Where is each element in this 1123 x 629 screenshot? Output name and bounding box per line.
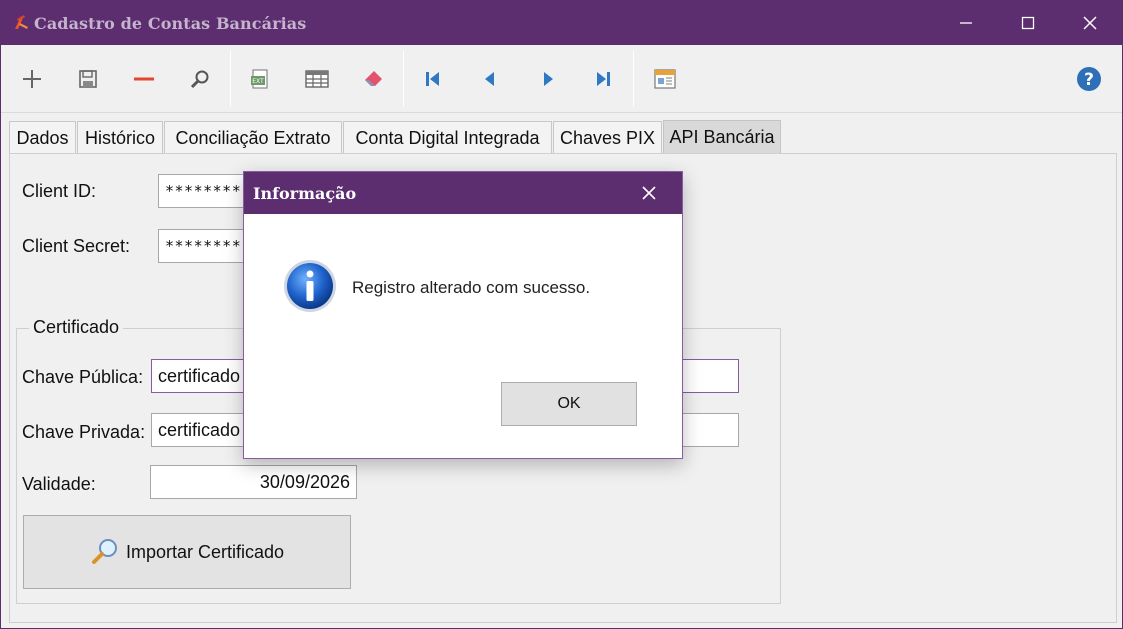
close-window-button[interactable] <box>1059 1 1121 45</box>
dialog-message: Registro alterado com sucesso. <box>352 278 591 297</box>
dialog-title-bar[interactable]: Informação <box>244 172 682 214</box>
save-icon <box>79 70 97 88</box>
public-key-label: Chave Pública: <box>22 367 144 387</box>
main-window: Cadastro de Contas Bancárias EXT ? Dados… <box>0 0 1123 629</box>
import-certificate-button[interactable]: Importar Certificado <box>23 515 351 589</box>
validity-field[interactable]: 30/09/2026 <box>150 465 357 499</box>
search-icon <box>190 70 209 89</box>
client-secret-label: Client Secret: <box>22 236 131 256</box>
tab-api-bancaria[interactable]: API Bancária <box>663 120 781 154</box>
next-record-button[interactable] <box>530 61 566 97</box>
window-title: Cadastro de Contas Bancárias <box>34 14 307 33</box>
ok-button-label: OK <box>557 395 581 412</box>
close-icon[interactable] <box>640 184 658 202</box>
toolbar-separator <box>403 51 404 107</box>
client-id-label: Client ID: <box>22 181 97 201</box>
minimize-button[interactable] <box>935 1 997 45</box>
validity-label: Validade: <box>22 474 96 494</box>
tab-dados[interactable]: Dados <box>9 121 76 154</box>
svg-text:EXT: EXT <box>252 78 264 85</box>
ok-button[interactable]: OK <box>501 382 637 426</box>
grid-button[interactable] <box>299 61 335 97</box>
tab-chaves-pix[interactable]: Chaves PIX <box>553 121 662 154</box>
private-key-label: Chave Privada: <box>22 422 146 442</box>
information-dialog: Informação Registro alterado com sucesso… <box>243 171 683 459</box>
eraser-icon <box>365 71 382 86</box>
first-record-icon <box>426 72 439 86</box>
dialog-body: Registro alterado com sucesso. OK <box>244 214 682 458</box>
tab-conciliacao-extrato[interactable]: Conciliação Extrato <box>164 121 342 154</box>
app-logo-icon <box>15 15 28 29</box>
toolbar-separator <box>633 51 634 107</box>
certificate-group-title: Certificado <box>29 317 124 338</box>
add-button[interactable] <box>14 61 50 97</box>
tab-conta-digital-integrada[interactable]: Conta Digital Integrada <box>343 121 552 154</box>
maximize-button[interactable] <box>997 1 1059 45</box>
title-bar[interactable]: Cadastro de Contas Bancárias <box>1 1 1122 45</box>
dialog-title: Informação <box>253 184 357 203</box>
report-button[interactable] <box>647 61 683 97</box>
last-record-button[interactable] <box>585 61 621 97</box>
last-record-icon <box>597 72 610 86</box>
minus-icon <box>134 77 154 81</box>
import-certificate-label: Importar Certificado <box>125 541 285 562</box>
previous-record-icon <box>485 72 494 86</box>
delete-button[interactable] <box>126 61 162 97</box>
export-excel-button[interactable]: EXT <box>243 61 279 97</box>
svg-text:?: ? <box>1084 70 1094 90</box>
save-button[interactable] <box>70 61 106 97</box>
first-record-button[interactable] <box>415 61 451 97</box>
maximize-icon <box>1021 16 1035 30</box>
toolbar: EXT ? <box>1 45 1122 113</box>
help-icon[interactable]: ? <box>1076 66 1102 92</box>
previous-record-button[interactable] <box>472 61 508 97</box>
tab-historico[interactable]: Histórico <box>77 121 163 154</box>
clear-button[interactable] <box>356 61 392 97</box>
plus-icon <box>23 70 41 88</box>
magnifier-icon <box>91 539 117 564</box>
excel-icon: EXT <box>251 69 268 89</box>
info-icon <box>284 260 336 312</box>
report-icon <box>654 69 676 89</box>
search-button[interactable] <box>182 61 218 97</box>
toolbar-separator <box>230 51 231 107</box>
close-icon <box>1083 16 1097 30</box>
table-icon <box>305 70 329 88</box>
minimize-icon <box>960 22 972 24</box>
next-record-icon <box>544 72 553 86</box>
